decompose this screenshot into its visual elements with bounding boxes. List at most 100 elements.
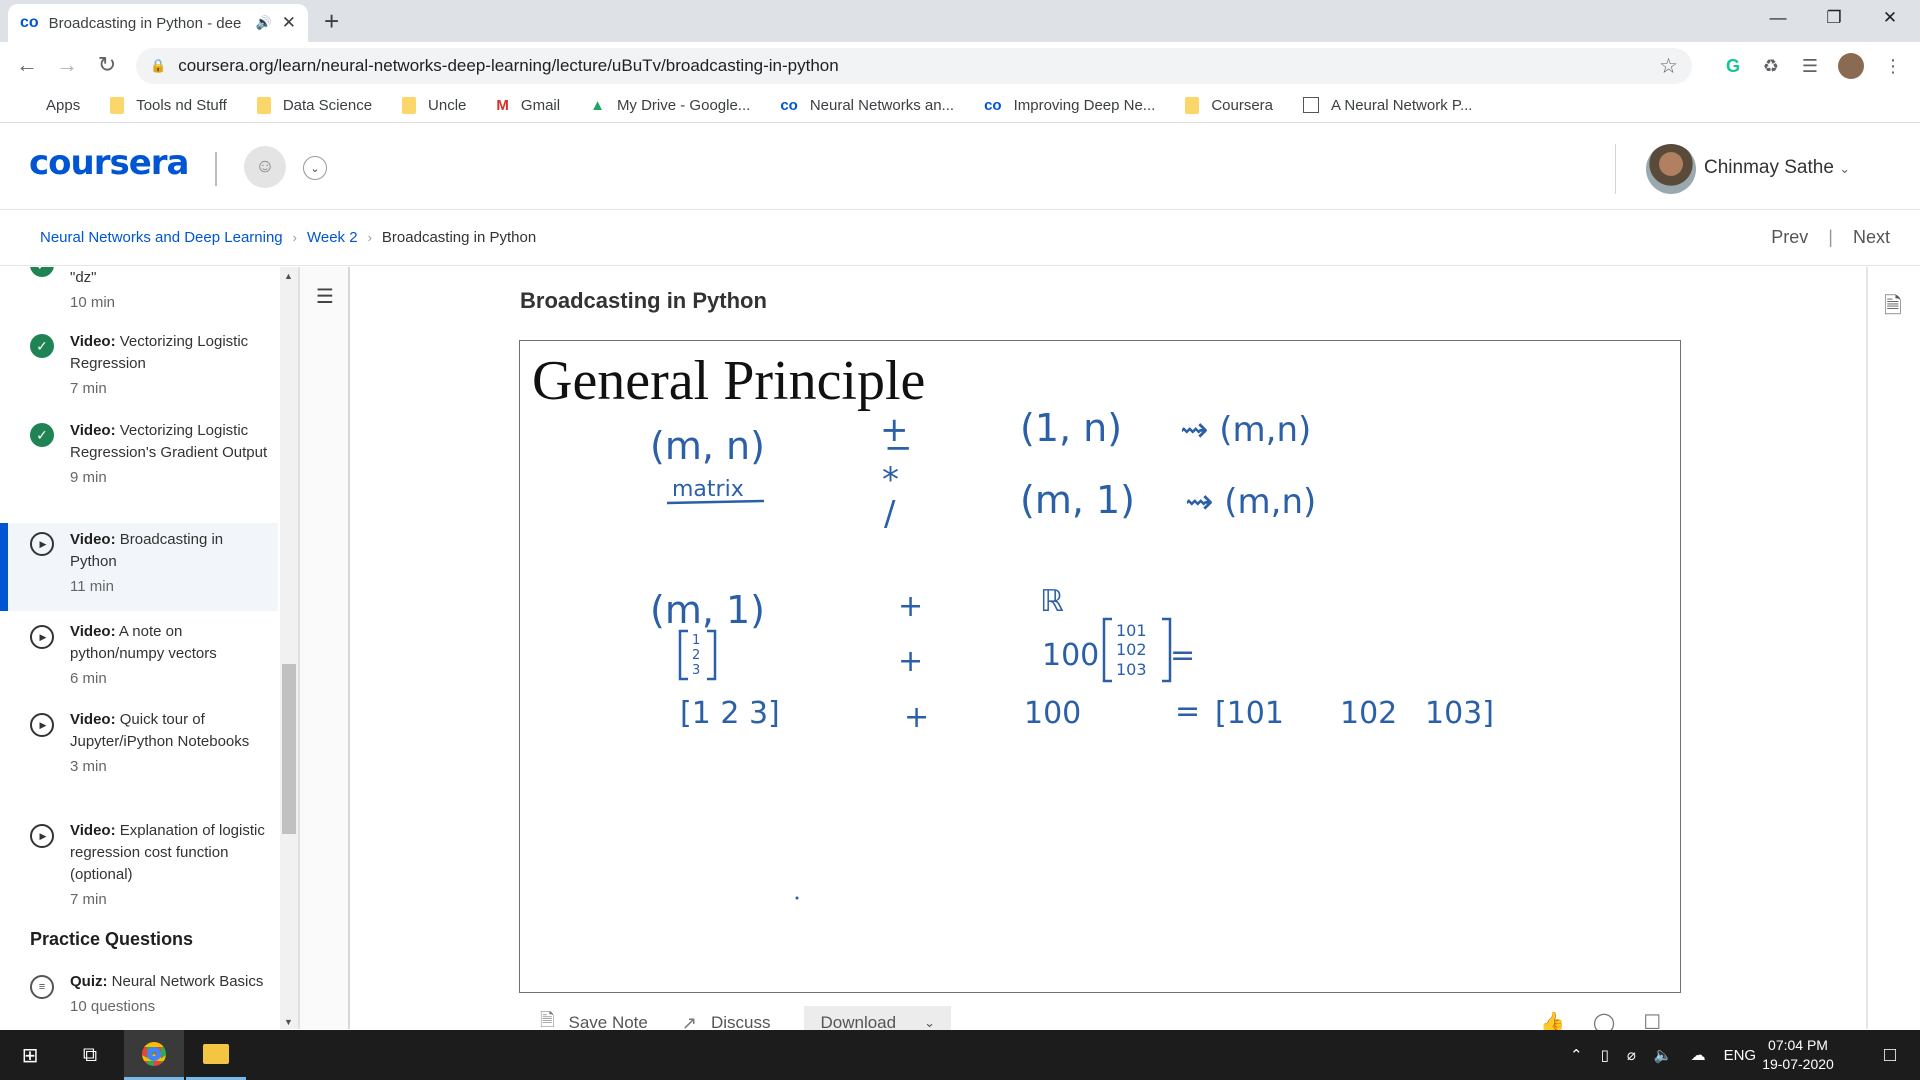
windows-start-icon[interactable]: ⊞ (0, 1030, 60, 1080)
ink-row: [1 2 3] (680, 696, 780, 731)
coursera-logo[interactable]: coursera (29, 143, 189, 183)
res-bracket-right (1162, 617, 1172, 683)
sidebar-item-numpy-vectors[interactable]: ▶ Video: A note on python/numpy vectors … (0, 621, 278, 701)
clock-date: 19-07-2020 (1762, 1056, 1834, 1072)
media-control-icon[interactable]: ☰ (1797, 53, 1823, 79)
bookmark-drive[interactable]: ▲ My Drive - Google... (590, 97, 750, 114)
user-avatar[interactable] (1646, 144, 1696, 194)
reload-icon[interactable]: ↻ (92, 50, 122, 80)
bookmark-star-icon[interactable]: ☆ (1659, 54, 1678, 79)
bookmark-tools[interactable]: Tools nd Stuff (110, 96, 227, 114)
bookmarks-bar: Apps Tools nd Stuff Data Science Uncle M… (0, 88, 1920, 123)
learners-group-icon[interactable]: ☺ (244, 146, 286, 188)
bookmark-apps[interactable]: Apps (18, 97, 80, 114)
new-tab-button[interactable]: + (324, 8, 339, 34)
system-tray: ⌃ ▯ ⌀ 🔈 ☁ ENG (1570, 1030, 1756, 1080)
ink-res-row-2: 102 (1340, 696, 1397, 731)
prev-next-nav: Prev | Next (1771, 227, 1890, 248)
scroll-up-arrow-icon[interactable]: ▲ (284, 271, 293, 281)
drive-icon: ▲ (590, 96, 605, 114)
chevron-up-icon[interactable]: ⌃ (1570, 1046, 1583, 1064)
speaker-icon[interactable]: 🔊 (256, 15, 272, 31)
profile-avatar-icon[interactable] (1838, 53, 1864, 79)
scroll-down-arrow-icon[interactable]: ▼ (284, 1017, 293, 1027)
minimize-button[interactable]: — (1748, 0, 1808, 36)
ink-m1: (m, 1) (1020, 478, 1135, 522)
browser-tab[interactable]: co Broadcasting in Python - dee 🔊 ✕ (8, 4, 308, 42)
breadcrumb-course[interactable]: Neural Networks and Deep Learning (40, 229, 283, 246)
lecture-title: Broadcasting in Python (520, 288, 767, 313)
onedrive-cloud-icon[interactable]: ☁ (1691, 1046, 1706, 1064)
breadcrumb: Neural Networks and Deep Learning › Week… (0, 210, 1920, 266)
grammarly-icon[interactable]: G (1720, 53, 1746, 79)
list-outline-icon[interactable]: ☰ (310, 281, 340, 311)
close-window-button[interactable]: ✕ (1860, 0, 1920, 36)
ink-m1-b: (m, 1) (650, 588, 765, 632)
breadcrumb-week[interactable]: Week 2 (307, 229, 358, 246)
scrollbar-thumb[interactable] (282, 664, 296, 834)
col-3: 3 (692, 663, 700, 678)
bookmark-gmail[interactable]: M Gmail (496, 97, 560, 114)
res-col-3: 103 (1116, 660, 1147, 679)
col-bracket-left (678, 629, 688, 681)
back-arrow-icon[interactable]: ← (12, 50, 42, 80)
res-col-1: 101 (1116, 621, 1147, 640)
coursera-header: coursera ☺ ⌄ Chinmay Sathe ⌄ (0, 124, 1920, 210)
ink-mn: (m, n) (650, 424, 765, 468)
wifi-icon[interactable]: ⌀ (1627, 1046, 1636, 1064)
bookmark-neural-networks[interactable]: co Neural Networks an... (780, 97, 954, 114)
sidebar-item-cost-function[interactable]: ▶ Video: Explanation of logistic regress… (0, 820, 278, 920)
forward-arrow-icon[interactable]: → (52, 50, 82, 80)
windows-taskbar: ⊞ ⧉ ⌃ ▯ ⌀ 🔈 ☁ ENG 07:04 PM 19-07-2020 □ (0, 1030, 1920, 1080)
folder-icon (1185, 96, 1200, 114)
bookmark-neural-network-p[interactable]: A Neural Network P... (1303, 97, 1472, 114)
folder-icon (256, 96, 271, 114)
bookmark-improving-deep[interactable]: co Improving Deep Ne... (984, 97, 1155, 114)
chevron-right-icon: › (292, 230, 297, 245)
ink-plus-2: + (898, 644, 923, 679)
extensions-puzzle-icon[interactable]: ♻ (1758, 53, 1784, 79)
restore-button[interactable]: ❐ (1804, 0, 1864, 36)
lock-icon: 🔒 (150, 58, 167, 73)
next-button[interactable]: Next (1853, 227, 1890, 248)
coursera-icon: co (984, 96, 1002, 114)
volume-icon[interactable]: 🔈 (1654, 1046, 1673, 1064)
sidebar-item-vectorizing-gradient[interactable]: ✓ Video: Vectorizing Logistic Regression… (0, 420, 278, 520)
sidebar-item-jupyter[interactable]: ▶ Video: Quick tour of Jupyter/iPython N… (0, 709, 278, 809)
sidebar-item-quiz[interactable]: ≡ Quiz: Neural Network Basics 10 questio… (0, 971, 278, 1029)
ink-res-row-1: [101 (1215, 696, 1284, 731)
chrome-taskbar-icon[interactable] (124, 1030, 184, 1080)
ink-eq-1: = (1170, 638, 1195, 673)
task-view-icon[interactable]: ⧉ (60, 1030, 120, 1080)
battery-icon[interactable]: ▯ (1601, 1046, 1609, 1064)
coursera-favicon-icon: co (20, 14, 39, 31)
video-player[interactable]: General Principle (m, n) (1, n) (m, 1) (… (519, 340, 1681, 993)
sidebar-item-duration: 10 min (70, 294, 116, 311)
bookmark-data-science[interactable]: Data Science (256, 96, 372, 114)
user-menu[interactable]: Chinmay Sathe ⌄ (1704, 157, 1850, 179)
file-explorer-icon[interactable] (186, 1030, 246, 1080)
header-divider (215, 152, 217, 186)
notification-icon[interactable]: □ (1860, 1030, 1920, 1080)
sidebar-item-broadcasting[interactable]: ▶ Video: Broadcasting in Python 11 min (0, 523, 278, 611)
language-indicator[interactable]: ENG (1724, 1047, 1757, 1064)
sidebar-item-vectorizing-lr[interactable]: ✓ Video: Vectorizing Logistic Regression… (0, 331, 278, 415)
ink-100-a: 100 (1042, 638, 1099, 673)
ink-plus-1: + (898, 589, 923, 624)
chevron-down-icon[interactable]: ⌄ (303, 156, 327, 180)
prev-button[interactable]: Prev (1771, 227, 1808, 248)
ink-arrow-2: ⇝ (m,n) (1185, 482, 1316, 522)
apps-grid-icon (18, 97, 34, 113)
bookmark-uncle[interactable]: Uncle (402, 96, 466, 114)
sidebar-item-dz[interactable]: ✓ "dz" 10 min (0, 267, 278, 323)
system-clock[interactable]: 07:04 PM 19-07-2020 (1760, 1036, 1836, 1074)
address-bar[interactable]: 🔒 coursera.org/learn/neural-networks-dee… (136, 48, 1692, 84)
close-tab-icon[interactable]: ✕ (282, 13, 296, 33)
folder-icon (402, 96, 417, 114)
chrome-menu-icon[interactable]: ⋮ (1880, 53, 1906, 79)
breadcrumb-current: Broadcasting in Python (381, 229, 537, 246)
bookmark-coursera[interactable]: Coursera (1185, 96, 1273, 114)
chevron-down-icon: ⌄ (1839, 161, 1851, 176)
sidebar-scrollbar[interactable]: ▲ ▼ (280, 267, 298, 1029)
transcript-doc-icon[interactable]: 🗎 (1884, 289, 1902, 327)
